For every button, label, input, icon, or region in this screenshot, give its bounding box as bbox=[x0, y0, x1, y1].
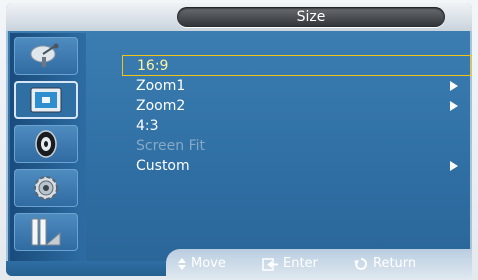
menu-item-custom[interactable]: Custom bbox=[122, 156, 472, 176]
return-icon bbox=[354, 258, 367, 270]
satellite-dish-icon bbox=[30, 43, 59, 67]
updown-arrow-icon bbox=[178, 258, 186, 270]
hint-move-label: Move bbox=[191, 256, 226, 271]
menu-item-label: 4:3 bbox=[136, 118, 159, 134]
hint-enter: Enter bbox=[262, 256, 318, 272]
menu-title: Size bbox=[296, 9, 326, 25]
sidebar-item-input[interactable] bbox=[14, 213, 78, 251]
title-pill: Size bbox=[177, 7, 445, 27]
hint-return-label: Return bbox=[373, 256, 417, 271]
menu-item-label: Zoom2 bbox=[136, 98, 186, 114]
osd-menu-window: Size 16:9 Zoom1 Zoom2 4:3 Screen Fit Cus… bbox=[6, 3, 472, 279]
sidebar-item-picture[interactable] bbox=[14, 81, 78, 119]
sidebar-item-sound[interactable] bbox=[14, 125, 78, 163]
menu-item-label: Screen Fit bbox=[136, 138, 205, 154]
sidebar-item-setup[interactable] bbox=[14, 169, 78, 207]
menu-item-16-9[interactable]: 16:9 bbox=[122, 55, 472, 76]
speaker-icon bbox=[35, 130, 57, 158]
menu-item-screen-fit: Screen Fit bbox=[122, 136, 472, 156]
menu-item-label: Zoom1 bbox=[136, 78, 186, 94]
submenu-arrow-icon bbox=[450, 81, 458, 91]
hint-return: Return bbox=[354, 256, 416, 272]
sidebar-item-channel[interactable] bbox=[14, 37, 78, 75]
menu-item-4-3[interactable]: 4:3 bbox=[122, 116, 472, 136]
category-sidebar bbox=[10, 33, 86, 261]
enter-icon bbox=[262, 257, 278, 271]
menu-item-label: Custom bbox=[136, 158, 190, 174]
submenu-arrow-icon bbox=[450, 161, 458, 171]
menu-item-zoom1[interactable]: Zoom1 bbox=[122, 76, 472, 96]
hint-enter-label: Enter bbox=[283, 256, 318, 271]
submenu-arrow-icon bbox=[450, 101, 458, 111]
hint-move: Move bbox=[178, 256, 226, 272]
menu-item-zoom2[interactable]: Zoom2 bbox=[122, 96, 472, 116]
osd-background: Size 16:9 Zoom1 Zoom2 4:3 Screen Fit Cus… bbox=[0, 0, 478, 280]
gear-icon bbox=[34, 176, 58, 200]
picture-icon bbox=[30, 87, 62, 113]
input-icon bbox=[31, 218, 61, 246]
menu-item-label: 16:9 bbox=[137, 58, 169, 74]
title-bar: Size bbox=[6, 3, 472, 31]
key-hint-bar: Move Enter Return bbox=[166, 249, 472, 279]
